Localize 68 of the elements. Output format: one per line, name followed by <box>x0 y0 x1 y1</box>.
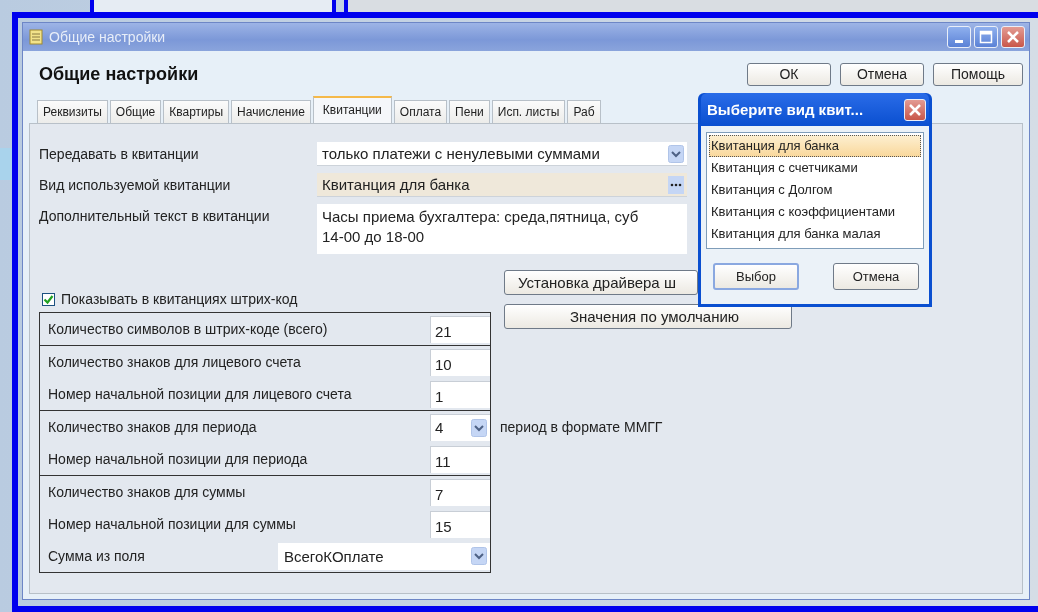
dropdown-arrow-button[interactable] <box>471 547 487 565</box>
close-button[interactable] <box>904 98 926 121</box>
dropdown-arrow-button[interactable] <box>471 418 487 437</box>
tab[interactable]: Квитанции <box>312 96 392 123</box>
field-label: Количество символов в штрих-коде (всего) <box>48 321 329 337</box>
close-button[interactable] <box>1001 26 1025 48</box>
chevron-down-icon <box>471 418 487 437</box>
chevron-down-icon <box>471 547 487 565</box>
picker-field[interactable]: Квитанция для банка <box>317 173 687 197</box>
field-label: Количество знаков для периода <box>48 419 258 435</box>
checkbox-label: Показывать в квитанциях штрих-код <box>61 291 298 307</box>
dropdown-field[interactable]: ВсегоКОплате <box>278 542 490 570</box>
checkmark-icon <box>43 293 54 305</box>
list-item[interactable]: Квитанция для банка <box>709 135 921 157</box>
hint-text: период в формате ММГГ <box>500 419 663 435</box>
dialog-button[interactable]: Помощь <box>933 62 1023 86</box>
tab[interactable]: Реквизиты <box>37 100 108 123</box>
dialog-button[interactable]: ОК <box>747 62 831 86</box>
dialog-button[interactable]: Выбор <box>713 263 799 290</box>
close-icon <box>908 102 922 117</box>
number-field[interactable]: 11 <box>430 445 490 473</box>
ellipsis-button[interactable] <box>668 175 684 194</box>
tab[interactable]: Раб <box>567 100 601 123</box>
background-panel <box>0 148 12 180</box>
maximize-icon <box>979 30 993 44</box>
field-label: Сумма из поля <box>48 548 146 564</box>
field-label: Вид используемой квитанции <box>39 176 232 195</box>
maximize-button[interactable] <box>974 26 998 48</box>
field-label: Дополнительный текст в квитанции <box>39 207 271 226</box>
tab[interactable]: Пени <box>449 100 490 123</box>
action-button[interactable]: Значения по умолчанию <box>504 304 792 329</box>
ellipsis-icon <box>670 181 682 188</box>
window-heading: Общие настройки <box>39 63 199 85</box>
number-field[interactable]: 21 <box>430 315 490 343</box>
field-label: Количество знаков для суммы <box>48 484 247 500</box>
field-label: Количество знаков для лицевого счета <box>48 354 302 370</box>
number-field[interactable]: 1 <box>430 380 490 408</box>
list-item[interactable]: Квитанция с коэффициентами <box>709 201 921 223</box>
dropdown-field[interactable]: 4 <box>430 413 490 441</box>
close-icon <box>1006 30 1020 44</box>
tab[interactable]: Оплата <box>393 100 448 123</box>
number-field[interactable]: 15 <box>430 510 490 538</box>
dropdown-arrow-button[interactable] <box>668 144 684 163</box>
minimize-icon <box>955 39 963 43</box>
number-field[interactable]: 10 <box>430 348 490 376</box>
dialog-title: Выберите вид квит... <box>707 101 864 118</box>
list-item[interactable]: Квитанция с Долгом <box>709 179 921 201</box>
number-field[interactable]: 7 <box>430 478 490 506</box>
action-button[interactable]: Установка драйвера ш <box>504 270 698 295</box>
dialog-button[interactable]: Отмена <box>840 62 924 86</box>
list-item[interactable]: Квитанция с счетчиками <box>709 157 921 179</box>
dropdown-field[interactable]: только платежи с ненулевыми суммами <box>317 142 687 166</box>
dialog-button[interactable]: Отмена <box>833 263 919 290</box>
tab[interactable]: Исп. листы <box>491 100 566 123</box>
field-label: Передавать в квитанции <box>39 145 200 164</box>
checkbox[interactable] <box>42 292 55 306</box>
tab[interactable]: Общие <box>109 100 162 123</box>
text-area[interactable]: Часы приема бухгалтера: среда,пятница, суб 14-00 до 18-00 <box>317 204 687 254</box>
field-label: Номер начальной позиции для суммы <box>48 516 297 532</box>
list-item[interactable]: Квитанция для банка малая <box>709 223 921 245</box>
minimize-button[interactable] <box>947 26 971 48</box>
window-title: Общие настройки <box>49 29 167 45</box>
chevron-down-icon <box>668 144 684 163</box>
document-icon <box>29 29 43 45</box>
field-label: Номер начальной позиции для периода <box>48 451 309 467</box>
tab[interactable]: Начисление <box>231 100 311 123</box>
field-label: Номер начальной позиции для лицевого счета <box>48 386 353 402</box>
tab[interactable]: Квартиры <box>163 100 230 123</box>
